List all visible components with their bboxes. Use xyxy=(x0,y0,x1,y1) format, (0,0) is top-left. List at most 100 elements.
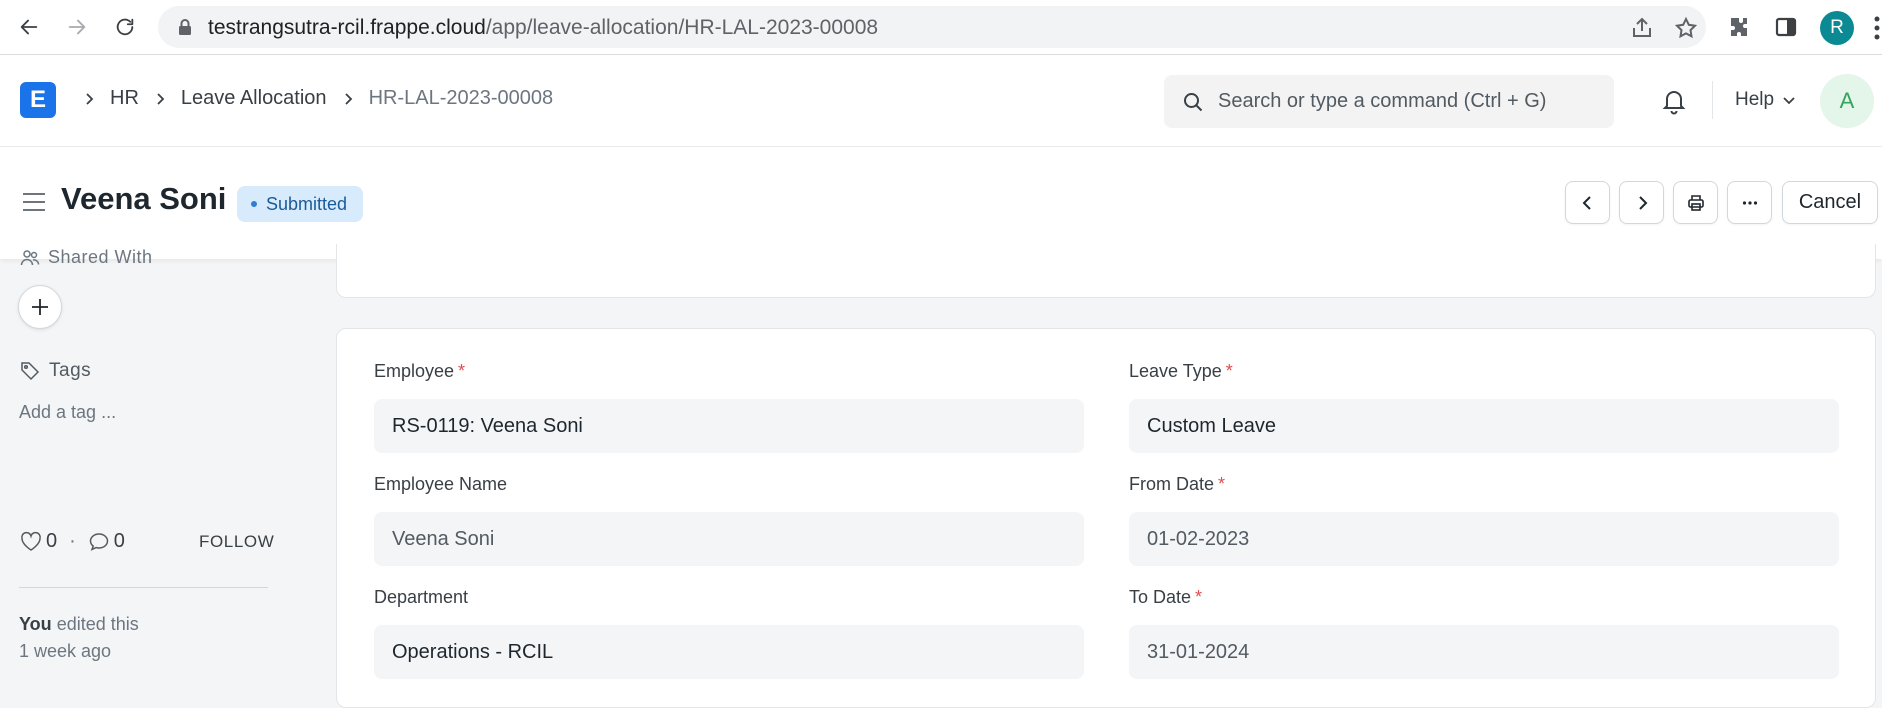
extensions-icon[interactable] xyxy=(1727,15,1751,39)
chevron-right-icon xyxy=(1638,195,1647,210)
share-icon[interactable] xyxy=(1630,16,1654,40)
leave-type-input[interactable]: Custom Leave xyxy=(1129,399,1839,453)
forward-button[interactable] xyxy=(62,12,92,42)
required-marker: * xyxy=(1218,474,1226,494)
field-employee-name: Employee Name Veena Soni xyxy=(374,474,1084,566)
bell-icon[interactable] xyxy=(1660,87,1688,115)
form-section: Employee * RS-0119: Veena Soni Leave Type… xyxy=(336,328,1876,708)
activity-time: 1 week ago xyxy=(19,641,112,661)
add-tag-link[interactable]: Add a tag ... xyxy=(19,402,116,423)
url-path: /app/leave-allocation/HR-LAL-2023-00008 xyxy=(485,16,879,39)
activity-user: You xyxy=(19,614,52,634)
arrow-left-icon xyxy=(20,19,38,35)
more-actions-button[interactable] xyxy=(1727,181,1772,224)
from-date-input[interactable]: 01-02-2023 xyxy=(1129,512,1839,566)
tags-section: Tags xyxy=(20,360,91,382)
comments-count: 0 xyxy=(113,530,125,552)
lock-icon xyxy=(179,19,191,35)
form-card-top xyxy=(336,244,1876,298)
shared-with-section: Shared With xyxy=(20,247,153,268)
browser-profile-avatar[interactable]: R xyxy=(1820,11,1854,45)
awesomebar[interactable] xyxy=(1164,75,1614,128)
field-department: Department Operations - RCIL xyxy=(374,587,1084,679)
field-label: Department xyxy=(374,587,1084,611)
employee-name-label: Employee Name xyxy=(374,474,508,494)
from-date-label: From Date xyxy=(1129,474,1215,494)
form-sidebar: Shared With Tags Add a tag ... 0 · 0 FOL… xyxy=(0,247,300,693)
employee-name-value: Veena Soni xyxy=(374,512,1084,566)
employee-input[interactable]: RS-0119: Veena Soni xyxy=(374,399,1084,453)
field-label: Leave Type * xyxy=(1129,361,1839,385)
url-host: testrangsutra-rcil.frappe.cloud xyxy=(208,16,486,39)
chevron-right-icon xyxy=(344,92,352,105)
navbar-divider xyxy=(1712,81,1713,119)
breadcrumb: HR Leave Allocation HR-LAL-2023-00008 xyxy=(76,87,553,110)
field-label: Employee * xyxy=(374,361,1084,385)
to-date-label: To Date xyxy=(1129,587,1192,607)
heart-icon[interactable] xyxy=(20,531,42,553)
page-head: Veena Soni Submitted Cancel xyxy=(0,147,1882,259)
sidebar-divider xyxy=(19,587,268,588)
field-label: From Date * xyxy=(1129,474,1839,498)
shared-with-label: Shared With xyxy=(48,247,153,267)
search-icon xyxy=(1184,93,1203,112)
status-badge: Submitted xyxy=(237,186,364,222)
help-dropdown[interactable]: Help xyxy=(1735,89,1796,111)
plus-icon xyxy=(32,299,48,315)
app-logo[interactable]: E xyxy=(20,82,56,118)
field-to-date: To Date * 31-01-2024 xyxy=(1129,587,1839,679)
leave-type-label: Leave Type xyxy=(1129,361,1222,381)
chevron-right-icon xyxy=(86,92,94,105)
app-navbar: E HR Leave Allocation HR-LAL-2023-00008 … xyxy=(0,55,1882,147)
required-marker: * xyxy=(1225,361,1233,381)
help-label: Help xyxy=(1735,89,1775,110)
side-panel-icon[interactable] xyxy=(1774,15,1798,39)
print-button[interactable] xyxy=(1673,181,1718,224)
browser-menu-icon[interactable] xyxy=(1872,14,1882,42)
page-title: Veena Soni xyxy=(61,181,227,216)
chevron-left-icon xyxy=(1582,195,1591,210)
likes-count: 0 xyxy=(46,530,58,552)
comment-icon[interactable] xyxy=(88,531,110,553)
to-date-input[interactable]: 31-01-2024 xyxy=(1129,625,1839,679)
tags-label: Tags xyxy=(49,360,92,381)
tag-icon xyxy=(21,362,40,381)
follow-button[interactable]: FOLLOW xyxy=(199,532,274,552)
reload-icon xyxy=(116,18,134,36)
breadcrumb-leave-allocation[interactable]: Leave Allocation xyxy=(181,87,327,110)
user-avatar[interactable]: A xyxy=(1820,74,1874,128)
last-edit-info: You edited this 1 week ago xyxy=(19,611,139,665)
browser-toolbar: testrangsutra-rcil.frappe.cloud/app/leav… xyxy=(0,0,1882,55)
employee-label: Employee xyxy=(374,361,455,381)
next-doc-button[interactable] xyxy=(1619,181,1664,224)
address-bar[interactable]: testrangsutra-rcil.frappe.cloud/app/leav… xyxy=(158,6,1706,48)
field-from-date: From Date * 01-02-2023 xyxy=(1129,474,1839,566)
required-marker: * xyxy=(1195,587,1203,607)
field-employee: Employee * RS-0119: Veena Soni xyxy=(374,361,1084,453)
arrow-right-icon xyxy=(68,19,86,35)
department-input[interactable]: Operations - RCIL xyxy=(374,625,1084,679)
status-label: Submitted xyxy=(266,193,348,214)
previous-doc-button[interactable] xyxy=(1565,181,1610,224)
reload-button[interactable] xyxy=(110,12,140,42)
status-dot xyxy=(251,201,257,207)
url-text: testrangsutra-rcil.frappe.cloud/app/leav… xyxy=(208,16,878,40)
printer-icon xyxy=(1687,194,1704,211)
ellipsis-icon xyxy=(1742,200,1757,205)
search-input[interactable] xyxy=(1218,75,1598,128)
field-leave-type: Leave Type * Custom Leave xyxy=(1129,361,1839,453)
field-label: Employee Name xyxy=(374,474,1084,498)
breadcrumb-hr[interactable]: HR xyxy=(110,87,139,110)
activity-text: edited this xyxy=(56,614,139,634)
field-label: To Date * xyxy=(1129,587,1839,611)
department-label: Department xyxy=(374,587,469,607)
hamburger-icon[interactable] xyxy=(22,191,46,213)
cancel-button[interactable]: Cancel xyxy=(1782,181,1878,224)
star-icon[interactable] xyxy=(1674,16,1698,40)
share-add-button[interactable] xyxy=(18,285,62,329)
back-button[interactable] xyxy=(14,12,44,42)
chevron-right-icon xyxy=(157,92,165,105)
chevron-down-icon xyxy=(1783,97,1795,105)
stats-separator: · xyxy=(69,530,76,552)
breadcrumb-current[interactable]: HR-LAL-2023-00008 xyxy=(369,87,554,110)
